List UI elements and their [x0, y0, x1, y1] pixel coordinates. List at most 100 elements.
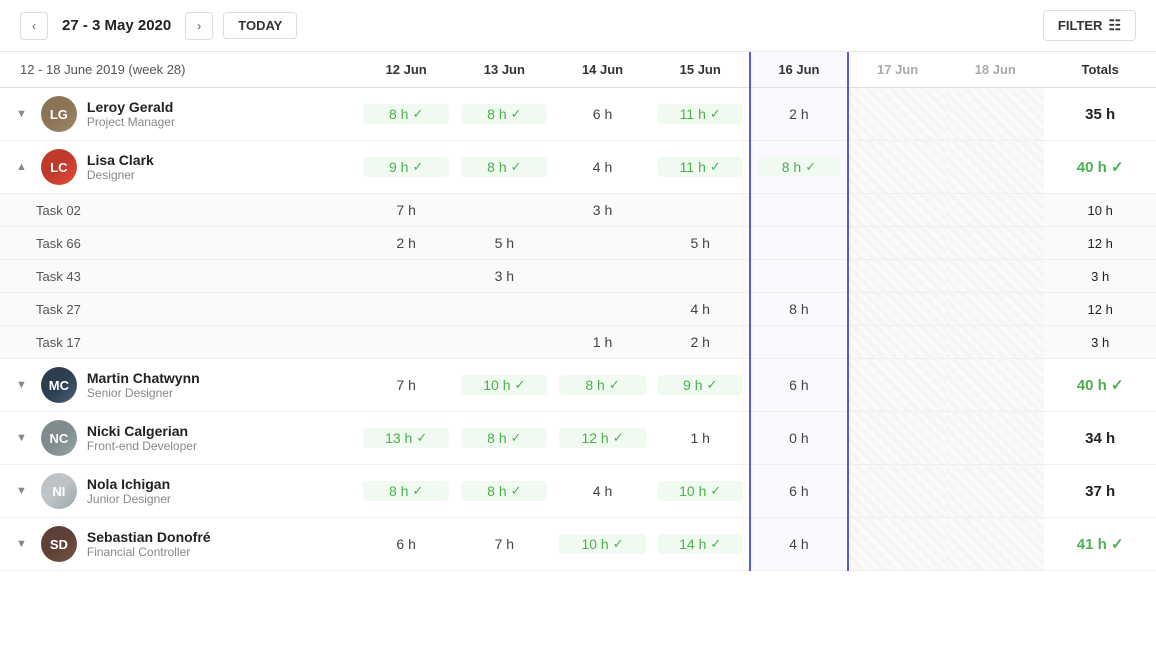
person-martin-day-3: 9 h✓	[652, 359, 750, 412]
collapse-btn-lisa[interactable]: ▲	[16, 161, 27, 173]
task-lisa-1-day-3: 5 h	[652, 227, 750, 260]
person-name-cell-nicki: ▼ NC Nicki Calgerian Front-end Developer	[0, 412, 357, 465]
person-nicki-day-3: 1 h	[652, 412, 750, 465]
person-martin-total: 40 h ✓	[1044, 359, 1156, 412]
collapse-btn-sebastian[interactable]: ▼	[16, 538, 27, 550]
task-lisa-3-day-0	[357, 293, 455, 326]
task-lisa-3-day-3: 4 h	[652, 293, 750, 326]
task-lisa-4-total: 3 h	[1044, 326, 1156, 359]
task-lisa-2-day-2	[553, 260, 651, 293]
prev-button[interactable]: ‹	[20, 12, 48, 40]
person-nola-day-1: 8 h✓	[455, 465, 553, 518]
person-nicki-day-0: 13 h✓	[357, 412, 455, 465]
person-name-martin: Martin Chatwynn	[87, 370, 200, 386]
person-name-cell-leroy: ▼ LG Leroy Gerald Project Manager	[0, 88, 357, 141]
person-nola-day-0: 8 h✓	[357, 465, 455, 518]
task-lisa-1-day-1: 5 h	[455, 227, 553, 260]
person-lisa-day-1: 8 h✓	[455, 141, 553, 194]
task-lisa-4-day-1	[455, 326, 553, 359]
task-lisa-1-day-6	[946, 227, 1044, 260]
collapse-btn-nola[interactable]: ▼	[16, 485, 27, 497]
person-nola-day-4: 6 h	[750, 465, 848, 518]
person-nola-day-5	[848, 465, 946, 518]
filter-button[interactable]: FILTER ☷	[1043, 10, 1136, 41]
nav-controls: ‹ 27 - 3 May 2020 › TODAY	[20, 12, 297, 40]
person-name-sebastian: Sebastian Donofré	[87, 529, 211, 545]
filter-icon: ☷	[1108, 17, 1121, 34]
person-lisa-day-6	[946, 141, 1044, 194]
person-nola-day-2: 4 h	[553, 465, 651, 518]
person-row-leroy: ▼ LG Leroy Gerald Project Manager 8 h✓8 …	[0, 88, 1156, 141]
task-lisa-1-day-0: 2 h	[357, 227, 455, 260]
person-sebastian-day-5	[848, 518, 946, 571]
person-sebastian-day-1: 7 h	[455, 518, 553, 571]
task-lisa-0-day-0: 7 h	[357, 194, 455, 227]
person-lisa-day-4: 8 h✓	[750, 141, 848, 194]
task-lisa-4-day-3: 2 h	[652, 326, 750, 359]
person-nicki-day-1: 8 h✓	[455, 412, 553, 465]
collapse-btn-nicki[interactable]: ▼	[16, 432, 27, 444]
task-lisa-2-day-3	[652, 260, 750, 293]
collapse-btn-martin[interactable]: ▼	[16, 379, 27, 391]
person-martin-day-2: 8 h✓	[553, 359, 651, 412]
person-leroy-total: 35 h	[1044, 88, 1156, 141]
col-totals: Totals	[1044, 52, 1156, 88]
person-nola-day-3: 10 h✓	[652, 465, 750, 518]
person-name-cell-martin: ▼ MC Martin Chatwynn Senior Designer	[0, 359, 357, 412]
avatar-sebastian: SD	[41, 526, 77, 562]
person-leroy-day-1: 8 h✓	[455, 88, 553, 141]
task-row-lisa-2: Task 433 h3 h	[0, 260, 1156, 293]
task-lisa-2-day-6	[946, 260, 1044, 293]
person-sebastian-day-6	[946, 518, 1044, 571]
person-name-nola: Nola Ichigan	[87, 476, 171, 492]
person-martin-day-6	[946, 359, 1044, 412]
task-lisa-3-day-2	[553, 293, 651, 326]
task-lisa-1-total: 12 h	[1044, 227, 1156, 260]
person-lisa-day-0: 9 h✓	[357, 141, 455, 194]
task-row-lisa-3: Task 274 h8 h12 h	[0, 293, 1156, 326]
person-row-martin: ▼ MC Martin Chatwynn Senior Designer 7 h…	[0, 359, 1156, 412]
task-lisa-4-day-2: 1 h	[553, 326, 651, 359]
person-nicki-day-5	[848, 412, 946, 465]
person-lisa-day-3: 11 h✓	[652, 141, 750, 194]
avatar-leroy: LG	[41, 96, 77, 132]
person-nola-total: 37 h	[1044, 465, 1156, 518]
filter-label: FILTER	[1058, 18, 1103, 33]
week-header: 12 - 18 June 2019 (week 28)	[0, 52, 357, 88]
person-nicki-total: 34 h	[1044, 412, 1156, 465]
date-range: 27 - 3 May 2020	[58, 17, 175, 34]
person-sebastian-day-3: 14 h✓	[652, 518, 750, 571]
person-name-nicki: Nicki Calgerian	[87, 423, 197, 439]
person-leroy-day-0: 8 h✓	[357, 88, 455, 141]
task-lisa-0-day-2: 3 h	[553, 194, 651, 227]
person-lisa-day-5	[848, 141, 946, 194]
person-row-lisa: ▲ LC Lisa Clark Designer 9 h✓8 h✓4 h11 h…	[0, 141, 1156, 194]
task-lisa-3-day-6	[946, 293, 1044, 326]
person-role-sebastian: Financial Controller	[87, 545, 211, 559]
task-lisa-3-total: 12 h	[1044, 293, 1156, 326]
collapse-btn-leroy[interactable]: ▼	[16, 108, 27, 120]
header: ‹ 27 - 3 May 2020 › TODAY FILTER ☷	[0, 0, 1156, 52]
avatar-nicki: NC	[41, 420, 77, 456]
task-lisa-0-day-3	[652, 194, 750, 227]
task-lisa-1-day-2	[553, 227, 651, 260]
task-name-lisa-0: Task 02	[0, 194, 357, 227]
today-button[interactable]: TODAY	[223, 12, 297, 39]
task-name-lisa-2: Task 43	[0, 260, 357, 293]
col-day-3: 15 Jun	[652, 52, 750, 88]
person-martin-day-4: 6 h	[750, 359, 848, 412]
task-lisa-0-day-6	[946, 194, 1044, 227]
task-name-lisa-1: Task 66	[0, 227, 357, 260]
person-martin-day-5	[848, 359, 946, 412]
person-sebastian-total: 41 h ✓	[1044, 518, 1156, 571]
next-button[interactable]: ›	[185, 12, 213, 40]
person-leroy-day-3: 11 h✓	[652, 88, 750, 141]
task-lisa-0-total: 10 h	[1044, 194, 1156, 227]
person-nola-day-6	[946, 465, 1044, 518]
person-leroy-day-2: 6 h	[553, 88, 651, 141]
col-day-1: 13 Jun	[455, 52, 553, 88]
person-lisa-day-2: 4 h	[553, 141, 651, 194]
person-nicki-day-4: 0 h	[750, 412, 848, 465]
task-lisa-2-day-0	[357, 260, 455, 293]
task-lisa-3-day-1	[455, 293, 553, 326]
